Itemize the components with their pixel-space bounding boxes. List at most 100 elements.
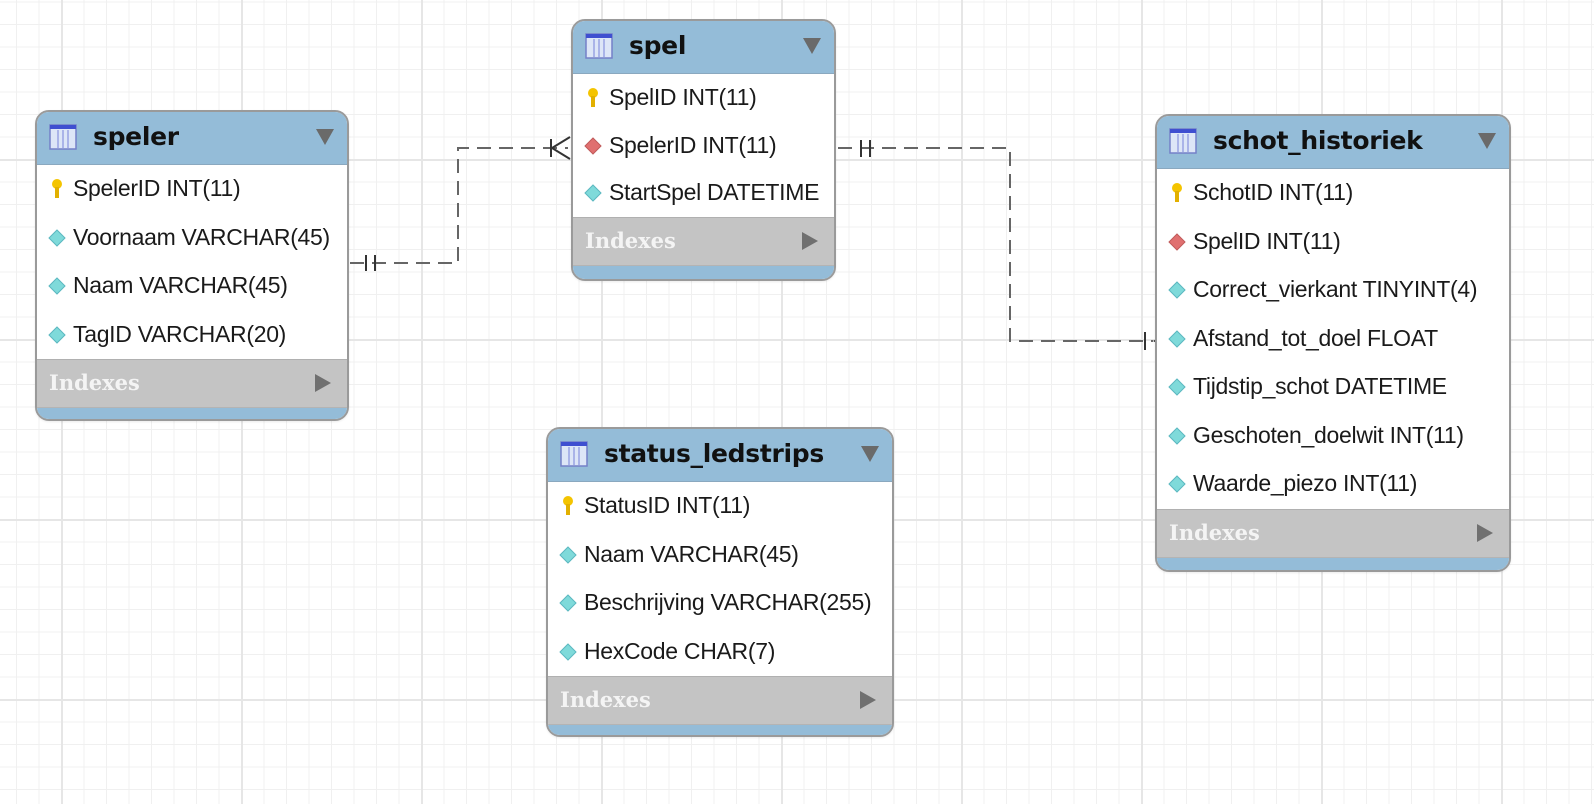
relationship-speler-spel[interactable] — [350, 136, 571, 271]
column-type: INT(11) — [166, 175, 241, 201]
column-type: VARCHAR(255) — [710, 589, 872, 615]
connector-line — [838, 147, 1153, 342]
column-row[interactable]: SchotID INT(11) — [1157, 169, 1509, 218]
cyan-diamond-icon — [584, 184, 602, 202]
column-name: SpelerID — [609, 131, 697, 158]
table-header[interactable]: status_ledstrips — [548, 429, 892, 482]
key-icon — [1172, 183, 1182, 202]
table-icon — [49, 124, 77, 150]
column-row[interactable]: SpelerID INT(11) — [573, 122, 834, 170]
cyan-diamond-icon — [559, 594, 577, 612]
indexes-label: Indexes — [585, 227, 676, 253]
column-row[interactable]: Correct_vierkant TINYINT(4) — [1157, 266, 1509, 315]
column-row[interactable]: Geschoten_doelwit INT(11) — [1157, 412, 1509, 461]
table-icon — [560, 441, 588, 467]
key-icon — [588, 88, 598, 107]
cyan-diamond-icon — [48, 277, 66, 295]
column-name: Beschrijving — [584, 589, 705, 615]
table-spel[interactable]: spel SpelID INT(11) SpelerID INT(11) Sta… — [571, 19, 836, 281]
column-type: DATETIME — [1334, 373, 1447, 399]
indexes-section[interactable]: Indexes — [573, 216, 834, 266]
column-row[interactable]: Waarde_piezo INT(11) — [1157, 460, 1509, 509]
column-name: Afstand_tot_doel — [1193, 324, 1361, 351]
table-speler[interactable]: speler SpelerID INT(11) Voornaam VARCHAR… — [35, 110, 349, 421]
column-name: Voornaam — [73, 223, 176, 250]
column-name: Correct_vierkant — [1193, 276, 1357, 302]
red-diamond-icon — [1168, 232, 1186, 251]
column-row[interactable]: Naam VARCHAR(45) — [37, 262, 347, 311]
table-footer — [548, 725, 892, 735]
column-row[interactable]: StatusID INT(11) — [548, 482, 892, 531]
column-name: HexCode — [584, 637, 678, 664]
column-row[interactable]: Naam VARCHAR(45) — [548, 531, 892, 580]
table-icon — [585, 33, 613, 59]
column-type: INT(11) — [675, 492, 751, 518]
table-footer — [573, 265, 834, 279]
column-row[interactable]: SpelID INT(11) — [1157, 218, 1509, 267]
column-row[interactable]: HexCode CHAR(7) — [548, 628, 892, 677]
collapse-toggle-icon[interactable] — [1478, 133, 1496, 149]
column-row[interactable]: Tijdstip_schot DATETIME — [1157, 363, 1509, 412]
column-name: Waarde_piezo — [1193, 470, 1337, 496]
cyan-diamond-icon — [559, 545, 577, 564]
column-row[interactable]: TagID VARCHAR(20) — [37, 311, 347, 360]
collapse-toggle-icon[interactable] — [861, 446, 879, 462]
relationship-spel-schot_historiek[interactable] — [838, 140, 1174, 353]
key-icon — [52, 179, 62, 198]
collapse-toggle-icon[interactable] — [316, 129, 334, 145]
indexes-label: Indexes — [560, 687, 651, 712]
key-icon — [563, 496, 573, 515]
column-type: VARCHAR(20) — [137, 320, 287, 347]
column-row[interactable]: StartSpel DATETIME — [573, 169, 834, 217]
cyan-diamond-icon — [1168, 475, 1186, 493]
expand-indexes-icon[interactable] — [1477, 523, 1493, 542]
crowfoot-many-mark — [550, 136, 571, 160]
expand-indexes-icon[interactable] — [315, 374, 331, 392]
table-footer — [37, 408, 347, 419]
column-row[interactable]: Beschrijving VARCHAR(255) — [548, 579, 892, 628]
cyan-diamond-icon — [1168, 281, 1186, 299]
column-type: FLOAT — [1366, 324, 1438, 351]
column-name: StatusID — [584, 492, 670, 518]
column-row[interactable]: Voornaam VARCHAR(45) — [37, 214, 347, 263]
table-icon — [1169, 128, 1197, 154]
indexes-label: Indexes — [1169, 519, 1260, 545]
table-footer — [1157, 557, 1509, 570]
expand-indexes-icon[interactable] — [802, 231, 818, 250]
cyan-diamond-icon — [1168, 329, 1186, 348]
column-type: TINYINT(4) — [1362, 276, 1478, 302]
column-type: INT(11) — [682, 84, 757, 110]
column-name: SchotID — [1193, 179, 1273, 205]
table-status_ledstrips[interactable]: status_ledstrips StatusID INT(11) Naam V… — [546, 427, 894, 737]
table-title: status_ledstrips — [604, 439, 824, 468]
column-name: Naam — [584, 540, 645, 567]
cyan-diamond-icon — [1168, 426, 1186, 445]
indexes-section[interactable]: Indexes — [1157, 508, 1509, 558]
table-header[interactable]: schot_historiek — [1157, 116, 1509, 169]
collapse-toggle-icon[interactable] — [803, 38, 821, 54]
expand-indexes-icon[interactable] — [860, 691, 876, 709]
column-row[interactable]: SpelerID INT(11) — [37, 165, 347, 214]
indexes-section[interactable]: Indexes — [37, 359, 347, 408]
table-title: spel — [629, 31, 687, 60]
column-type: INT(11) — [1342, 470, 1418, 496]
red-diamond-icon — [584, 136, 602, 155]
cyan-diamond-icon — [48, 228, 66, 247]
table-header[interactable]: spel — [573, 21, 834, 74]
column-type: DATETIME — [707, 179, 820, 205]
table-schot_historiek[interactable]: schot_historiek SchotID INT(11) SpelID I… — [1155, 114, 1511, 572]
column-name: Geschoten_doelwit — [1193, 421, 1384, 448]
column-type: VARCHAR(45) — [139, 272, 288, 298]
column-row[interactable]: SpelID INT(11) — [573, 74, 834, 122]
table-title: speler — [93, 122, 179, 151]
column-row[interactable]: Afstand_tot_doel FLOAT — [1157, 315, 1509, 364]
column-type: VARCHAR(45) — [650, 540, 799, 567]
column-type: INT(11) — [1389, 421, 1464, 448]
table-header[interactable]: speler — [37, 112, 347, 165]
column-type: INT(11) — [1266, 227, 1341, 254]
column-name: StartSpel — [609, 179, 701, 205]
indexes-section[interactable]: Indexes — [548, 676, 892, 725]
column-name: TagID — [73, 320, 132, 347]
column-type: CHAR(7) — [683, 637, 776, 664]
column-name: SpelerID — [73, 175, 161, 201]
